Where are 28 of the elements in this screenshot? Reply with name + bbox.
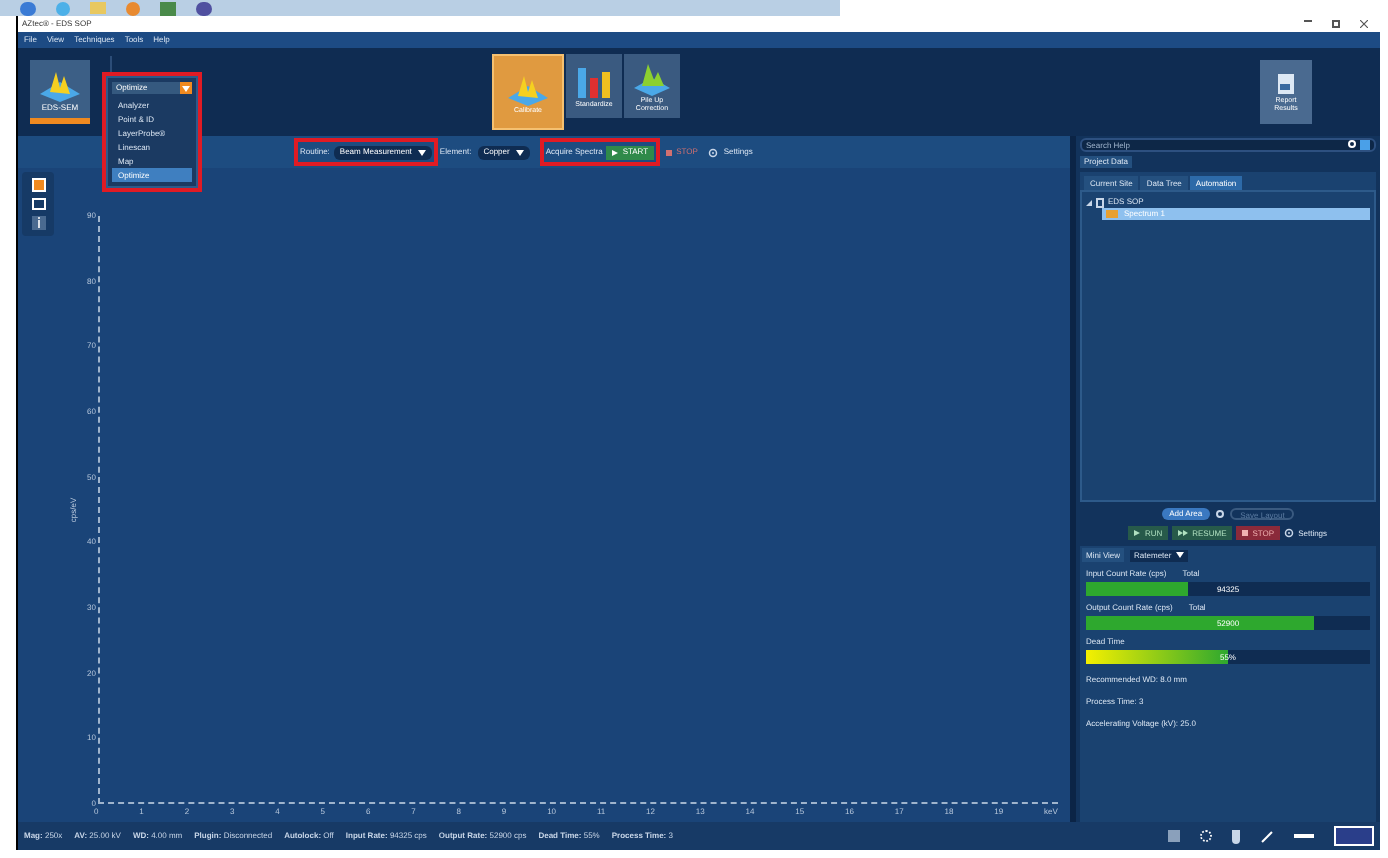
spectrum-icon	[1106, 210, 1118, 218]
caret-icon	[417, 149, 426, 155]
search-icon[interactable]	[1348, 140, 1356, 148]
document-icon	[1096, 197, 1104, 207]
app-icon[interactable]	[160, 1, 176, 15]
stop-icon	[666, 149, 673, 155]
info-tool-icon[interactable]	[31, 216, 45, 230]
chart-icon	[632, 59, 672, 96]
stop-icon	[1242, 530, 1249, 536]
pen-icon[interactable]	[1261, 830, 1273, 842]
settings-icon	[1284, 528, 1295, 538]
caret-icon	[182, 85, 190, 91]
start-icon[interactable]	[20, 1, 36, 15]
bar-chart-icon	[574, 63, 614, 100]
settings-icon	[707, 147, 718, 157]
info-icon[interactable]	[1216, 510, 1225, 518]
caret-icon	[515, 149, 524, 155]
frame-tool-icon[interactable]	[31, 198, 45, 210]
app-icon[interactable]	[196, 1, 212, 15]
select-tool-icon[interactable]	[31, 178, 45, 192]
resume-icon	[1178, 530, 1189, 536]
report-icon	[1274, 71, 1298, 96]
close-icon[interactable]	[1360, 20, 1368, 28]
caret-icon	[1175, 552, 1184, 558]
restore-icon[interactable]	[1332, 20, 1340, 28]
move-icon[interactable]	[1200, 830, 1212, 842]
probe-icon[interactable]	[1232, 829, 1240, 843]
expand-icon[interactable]	[1086, 199, 1092, 205]
